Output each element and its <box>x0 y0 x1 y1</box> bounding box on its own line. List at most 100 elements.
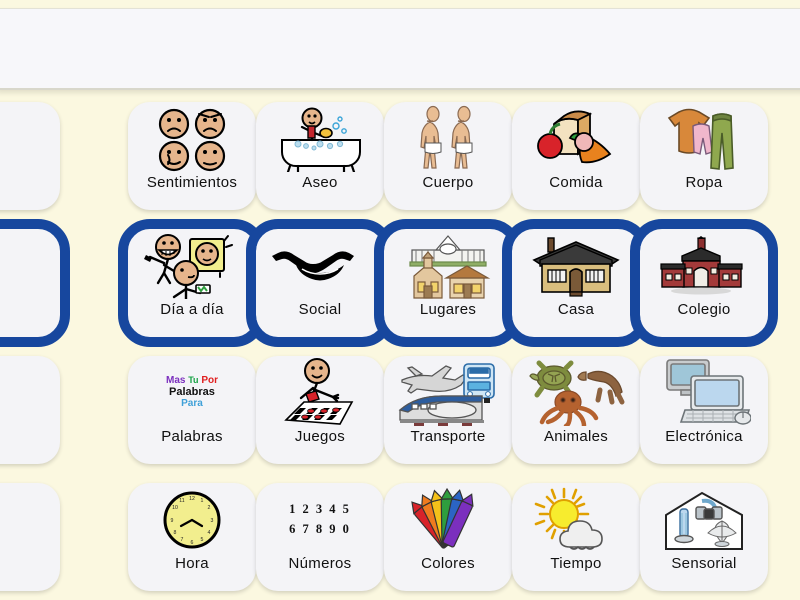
grid-cell: Transporte <box>384 347 512 474</box>
category-label: Casa <box>557 301 595 319</box>
grid-cell <box>768 220 800 347</box>
grid-cell: Colegio <box>630 219 778 348</box>
category-button-lugares[interactable]: Lugares <box>374 219 522 348</box>
food-bread-carrot-apple-icon <box>518 104 634 174</box>
category-button-colores[interactable]: Colores <box>384 482 512 591</box>
category-label: Palabras <box>161 427 223 445</box>
category-button-comida[interactable]: Comida <box>512 102 640 211</box>
grid-cell: Animales <box>512 347 640 474</box>
category-label: Electrónica <box>665 427 743 445</box>
grid-cell <box>768 93 800 220</box>
places-buildings-icon <box>390 231 506 301</box>
category-button-n-meros[interactable]: 1 2 3 4 5 6 7 8 9 0 Números <box>256 482 384 591</box>
category-button-aseo[interactable]: Aseo <box>256 102 384 211</box>
svg-text:3: 3 <box>211 518 214 524</box>
svg-text:11: 11 <box>179 498 184 504</box>
grid-cell: Social <box>246 219 394 348</box>
school-building-icon <box>646 231 762 301</box>
category-button-casa[interactable]: Casa <box>502 219 650 348</box>
transport-plane-bus-train-icon <box>390 358 506 428</box>
electronics-computer-icon <box>646 358 762 428</box>
grid-cell: Electrónica <box>640 347 768 474</box>
category-label: Lugares <box>419 301 477 319</box>
grid-cell: Tiempo <box>512 473 640 600</box>
grid-cell: Aseo <box>256 93 384 220</box>
animals-turtle-octopus-icon <box>518 358 634 428</box>
grid-cell: 1 2 3 4 5 6 7 8 9 0 Números <box>256 473 384 600</box>
aac-board: Sentimientos Aseo Cuerpo Comida Ropa Día… <box>0 0 800 600</box>
handshake-icon <box>262 231 378 301</box>
category-button-palabras[interactable]: Mas Tu Por Palabras Para Palabras <box>128 355 256 464</box>
category-button-electr-nica[interactable]: Electrónica <box>640 355 768 464</box>
category-button-d-a-a-d-a[interactable]: Día a día <box>118 219 266 348</box>
category-button-ropa[interactable]: Ropa <box>640 102 768 211</box>
category-label: Colores <box>421 554 475 572</box>
grid-cell <box>768 473 800 600</box>
svg-text:6: 6 <box>191 540 194 546</box>
grid-cell: Casa <box>502 219 650 348</box>
grid-cell <box>0 473 128 600</box>
grid-cell: Sentimientos <box>128 93 256 220</box>
blank <box>0 104 54 174</box>
blank <box>0 485 54 555</box>
category-button-colegio[interactable]: Colegio <box>630 219 778 348</box>
clothing-shirt-pants-icon <box>646 104 762 174</box>
grid-cell <box>0 347 128 474</box>
category-label: Día a día <box>160 301 224 319</box>
svg-text:8: 8 <box>174 530 177 536</box>
category-label: Sensorial <box>671 554 737 572</box>
category-label: Colegio <box>677 301 731 319</box>
grid-cell <box>0 93 128 220</box>
category-button-cuerpo[interactable]: Cuerpo <box>384 102 512 211</box>
category-label: Números <box>288 554 352 572</box>
svg-text:10: 10 <box>172 505 178 511</box>
category-button-social[interactable]: Social <box>246 219 394 348</box>
svg-text:5: 5 <box>201 537 204 543</box>
category-button-tiempo[interactable]: Tiempo <box>512 482 640 591</box>
grid-cell: Comida <box>512 93 640 220</box>
category-label: Social <box>298 301 342 319</box>
category-label: Juegos <box>294 427 346 445</box>
category-button-partial[interactable] <box>0 482 60 591</box>
category-button-juegos[interactable]: Juegos <box>256 355 384 464</box>
grid-cell: Colores <box>384 473 512 600</box>
blank <box>0 358 54 428</box>
svg-text:7: 7 <box>181 537 184 543</box>
category-button-hora[interactable]: 12 1 2 345 678 9 10 11 Hora <box>128 482 256 591</box>
category-label: Comida <box>549 174 603 192</box>
category-label: Tiempo <box>550 554 602 572</box>
category-label: Sentimientos <box>146 174 238 192</box>
clock-icon: 12 1 2 345 678 9 10 11 <box>134 485 250 555</box>
category-label: Aseo <box>302 174 338 192</box>
two-bodies-icon <box>390 104 506 174</box>
category-button-sentimientos[interactable]: Sentimientos <box>128 102 256 211</box>
category-button-transporte[interactable]: Transporte <box>384 355 512 464</box>
sentence-bar-text <box>0 9 800 88</box>
numbers-icon: 1 2 3 4 5 6 7 8 9 0 <box>289 502 351 536</box>
sentence-bar[interactable] <box>0 8 800 90</box>
grid-cell <box>768 347 800 474</box>
feelings-faces-icon <box>134 104 250 174</box>
daily-life-people-icon <box>134 231 250 301</box>
category-label: Animales <box>543 427 609 445</box>
weather-sun-cloud-icon <box>518 485 634 555</box>
category-button-partial[interactable] <box>0 102 60 211</box>
category-button-sensorial[interactable]: Sensorial <box>640 482 768 591</box>
grid-cell: Ropa <box>640 93 768 220</box>
grid-cell: 12 1 2 345 678 9 10 11 Hora <box>128 473 256 600</box>
grid-cell: Lugares <box>374 219 522 348</box>
svg-text:1: 1 <box>201 498 204 504</box>
category-label: Ropa <box>685 174 723 192</box>
grid-cell: Sensorial <box>640 473 768 600</box>
category-button-partial[interactable] <box>0 219 70 348</box>
house-icon <box>518 231 634 301</box>
sensory-room-icon <box>646 485 762 555</box>
category-label: Hora <box>175 554 209 572</box>
category-button-animales[interactable]: Animales <box>512 355 640 464</box>
category-grid: Sentimientos Aseo Cuerpo Comida Ropa Día… <box>0 93 800 600</box>
games-boardgame-icon <box>262 357 378 428</box>
svg-text:4: 4 <box>208 530 211 536</box>
grid-cell: Juegos <box>256 347 384 474</box>
grid-cell: Cuerpo <box>384 93 512 220</box>
category-button-partial[interactable] <box>0 355 60 464</box>
